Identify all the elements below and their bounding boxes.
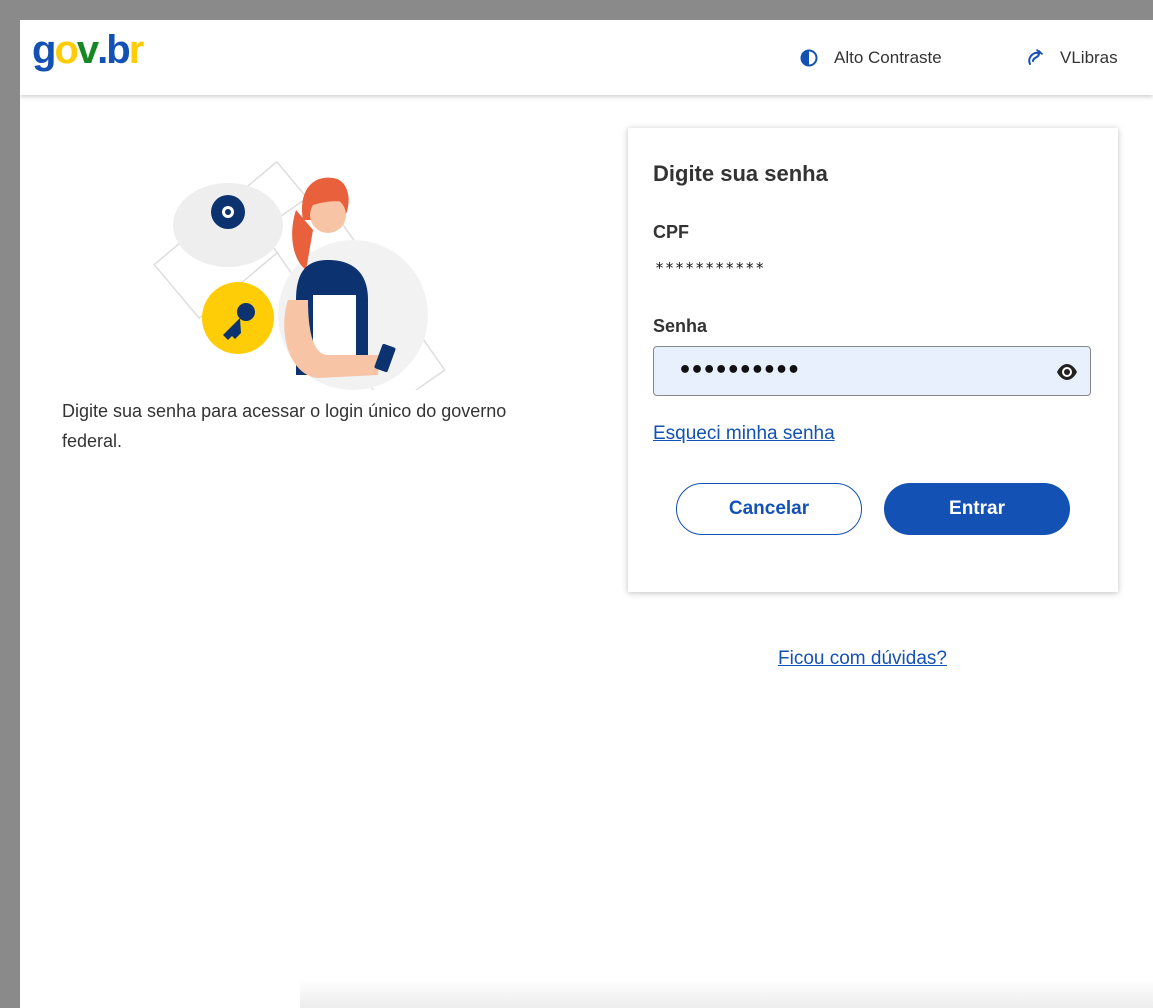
logo-letter-b: b	[106, 28, 130, 72]
govbr-logo[interactable]: gov.br	[32, 28, 145, 72]
header-bar: gov.br Alto Contraste VLibras	[20, 20, 1153, 95]
password-input[interactable]: ••••••••••	[654, 347, 1044, 395]
password-field[interactable]: ••••••••••	[653, 346, 1091, 396]
logo-dot: .	[97, 28, 108, 72]
logo-letter-v: v	[76, 28, 99, 72]
high-contrast-label: Alto Contraste	[834, 48, 942, 67]
intro-text: Digite sua senha para acessar o login ún…	[62, 401, 507, 451]
logo-letter-r: r	[128, 28, 145, 72]
contrast-icon	[800, 49, 818, 67]
password-card: Digite sua senha CPF *********** Senha •…	[628, 128, 1118, 592]
bottom-shadow	[300, 980, 1153, 1008]
card-title: Digite sua senha	[653, 161, 828, 186]
help-link[interactable]: Ficou com dúvidas?	[778, 648, 947, 670]
vlibras-label: VLibras	[1060, 48, 1118, 67]
eye-icon[interactable]	[1056, 361, 1078, 383]
high-contrast-button[interactable]: Alto Contraste	[800, 48, 942, 68]
login-illustration	[153, 160, 446, 390]
login-window: gov.br Alto Contraste VLibras Digite sua…	[20, 20, 1153, 1008]
cpf-value: ***********	[655, 259, 766, 277]
cancel-button[interactable]: Cancelar	[676, 483, 862, 535]
enter-button[interactable]: Entrar	[884, 483, 1070, 535]
sign-language-icon	[1028, 49, 1043, 65]
forgot-password-link[interactable]: Esqueci minha senha	[653, 423, 835, 445]
password-label: Senha	[653, 316, 708, 336]
cpf-label: CPF	[653, 222, 689, 242]
logo-letter-g: g	[32, 28, 56, 72]
vlibras-button[interactable]: VLibras	[1026, 48, 1118, 68]
logo-letter-o: o	[54, 28, 78, 72]
